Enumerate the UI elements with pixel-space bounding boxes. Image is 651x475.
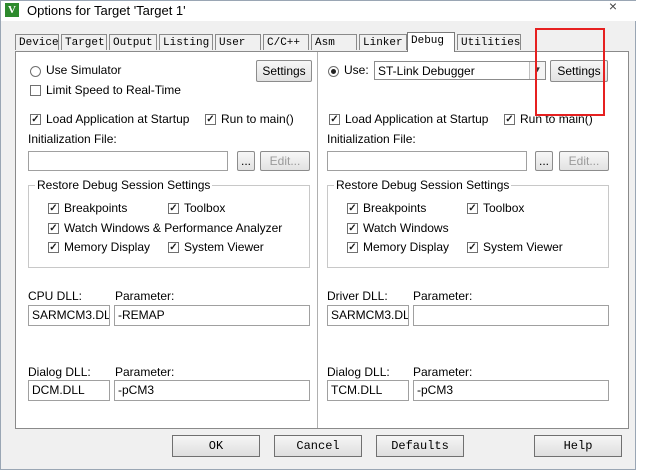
cpu-dll-input[interactable]: SARMCM3.DLL (28, 305, 110, 326)
help-button[interactable]: Help (534, 435, 622, 457)
driver-dll-input[interactable]: SARMCM3.DLL (327, 305, 409, 326)
load-app-label: Load Application at Startup (345, 112, 489, 126)
title-bar: V Options for Target 'Target 1' × (1, 0, 637, 21)
cpu-parameter-input[interactable]: -REMAP (114, 305, 310, 326)
load-app-checkbox[interactable]: ✓ (30, 114, 41, 125)
toolbox-label: Toolbox (184, 201, 226, 215)
cancel-button[interactable]: Cancel (274, 435, 362, 457)
simulator-settings-button[interactable]: Settings (256, 60, 312, 82)
tab-asm[interactable]: Asm (311, 34, 357, 50)
memory-display-label: Memory Display (363, 240, 450, 254)
load-app-checkbox[interactable]: ✓ (329, 114, 340, 125)
tab-linker[interactable]: Linker (359, 34, 407, 50)
dialog-parameter-input[interactable]: -pCM3 (114, 380, 310, 401)
system-viewer-label: System Viewer (184, 240, 264, 254)
init-file-browse-button[interactable]: ... (535, 151, 553, 171)
tab-device[interactable]: Device (15, 34, 59, 50)
toolbox-checkbox[interactable]: ✓ (168, 203, 179, 214)
debugger-select[interactable]: ST-Link Debugger ▼ (374, 61, 546, 80)
breakpoints-label: Breakpoints (64, 201, 128, 215)
debugger-select-value: ST-Link Debugger (378, 64, 475, 78)
watch-windows-checkbox[interactable]: ✓ (347, 223, 358, 234)
run-to-main-checkbox[interactable]: ✓ (205, 114, 216, 125)
use-debugger-label: Use: (344, 63, 369, 77)
tab-target[interactable]: Target (61, 34, 107, 50)
restore-settings-title: Restore Debug Session Settings (334, 178, 512, 192)
restore-settings-group: Restore Debug Session Settings ✓ Breakpo… (28, 178, 310, 268)
system-viewer-checkbox[interactable]: ✓ (168, 242, 179, 253)
dialog-dll-input[interactable]: TCM.DLL (327, 380, 409, 401)
limit-speed-label: Limit Speed to Real-Time (46, 83, 181, 97)
tab-user[interactable]: User (215, 34, 261, 50)
watch-windows-checkbox[interactable]: ✓ (48, 223, 59, 234)
toolbox-checkbox[interactable]: ✓ (467, 203, 478, 214)
load-app-label: Load Application at Startup (46, 112, 190, 126)
tab-c-cpp[interactable]: C/C++ (263, 34, 309, 50)
defaults-button[interactable]: Defaults (376, 435, 464, 457)
simulator-column: Use Simulator Limit Speed to Real-Time S… (16, 52, 316, 428)
dialog-dll-label: Dialog DLL: (327, 365, 390, 379)
use-debugger-radio[interactable] (328, 66, 339, 77)
keil-app-icon: V (5, 3, 19, 17)
restore-settings-title: Restore Debug Session Settings (35, 178, 213, 192)
system-viewer-checkbox[interactable]: ✓ (467, 242, 478, 253)
tab-utilities[interactable]: Utilities (457, 34, 521, 50)
window-title: Options for Target 'Target 1' (27, 3, 186, 18)
breakpoints-label: Breakpoints (363, 201, 427, 215)
driver-parameter-input[interactable] (413, 305, 609, 326)
red-highlight-box (535, 28, 605, 116)
memory-display-checkbox[interactable]: ✓ (48, 242, 59, 253)
breakpoints-checkbox[interactable]: ✓ (48, 203, 59, 214)
init-file-browse-button[interactable]: ... (237, 151, 255, 171)
tab-debug[interactable]: Debug (407, 32, 455, 52)
use-simulator-radio[interactable] (30, 66, 41, 77)
use-simulator-label: Use Simulator (46, 63, 122, 77)
watch-windows-label: Watch Windows & Performance Analyzer (64, 221, 283, 235)
init-file-edit-button[interactable]: Edit... (260, 151, 310, 171)
init-file-input[interactable] (28, 151, 228, 171)
dialog-parameter-label: Parameter: (413, 365, 473, 379)
init-file-label: Initialization File: (28, 132, 117, 146)
init-file-edit-button[interactable]: Edit... (559, 151, 609, 171)
memory-display-label: Memory Display (64, 240, 151, 254)
init-file-input[interactable] (327, 151, 527, 171)
dialog-dll-input[interactable]: DCM.DLL (28, 380, 110, 401)
restore-settings-group: Restore Debug Session Settings ✓ Breakpo… (327, 178, 609, 268)
memory-display-checkbox[interactable]: ✓ (347, 242, 358, 253)
ok-button[interactable]: OK (172, 435, 260, 457)
system-viewer-label: System Viewer (483, 240, 563, 254)
run-to-main-checkbox[interactable]: ✓ (504, 114, 515, 125)
tab-listing[interactable]: Listing (159, 34, 213, 50)
dialog-parameter-label: Parameter: (115, 365, 175, 379)
dialog-parameter-input[interactable]: -pCM3 (413, 380, 609, 401)
close-icon[interactable]: × (591, 0, 635, 15)
cpu-parameter-label: Parameter: (115, 289, 175, 303)
watch-windows-label: Watch Windows (363, 221, 449, 235)
tab-output[interactable]: Output (109, 34, 157, 50)
run-to-main-label: Run to main() (221, 112, 294, 126)
driver-dll-label: Driver DLL: (327, 289, 388, 303)
limit-speed-checkbox[interactable] (30, 85, 41, 96)
dialog-dll-label: Dialog DLL: (28, 365, 91, 379)
cpu-dll-label: CPU DLL: (28, 289, 83, 303)
breakpoints-checkbox[interactable]: ✓ (347, 203, 358, 214)
driver-parameter-label: Parameter: (413, 289, 473, 303)
toolbox-label: Toolbox (483, 201, 525, 215)
init-file-label: Initialization File: (327, 132, 416, 146)
